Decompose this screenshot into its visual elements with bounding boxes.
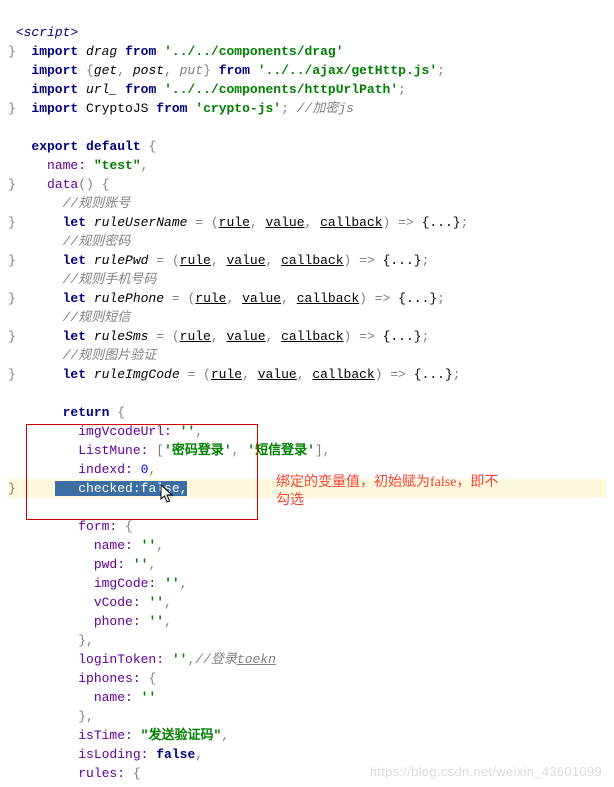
line: vCode: '', [8, 595, 172, 610]
line: }, [8, 633, 94, 648]
line: //规则密码 [8, 234, 130, 249]
line: //规则图片验证 [8, 348, 156, 363]
script-tag: <script> [16, 25, 78, 40]
line: ListMune: ['密码登录', '短信登录'], [8, 443, 330, 458]
line [8, 386, 16, 401]
line: //规则账号 [8, 196, 130, 211]
line: isLoding: false, [8, 747, 203, 762]
line: } let ruleUserName = (rule, value, callb… [8, 215, 468, 230]
line: import {get, post, put} from '../../ajax… [8, 63, 445, 78]
line: } import CryptoJS from 'crypto-js'; //加密… [8, 101, 354, 116]
selected-text: checked:false, [55, 481, 188, 496]
line: form: { [8, 519, 133, 534]
watermark: https://blog.csdn.net/weixin_43601099 [370, 762, 602, 781]
line: export default { [8, 139, 156, 154]
line: } let ruleImgCode = (rule, value, callba… [8, 367, 461, 382]
line: } let rulePhone = (rule, value, callback… [8, 291, 445, 306]
line: }, [8, 709, 94, 724]
line: } import drag from '../../components/dra… [8, 44, 344, 59]
line: } let rulePwd = (rule, value, callback) … [8, 253, 429, 268]
annotation-text: 绑定的变量值，初始赋为false，即不 勾选 [276, 474, 498, 510]
line: return { [8, 405, 125, 420]
line: <script> [8, 25, 78, 40]
line: iphones: { [8, 671, 156, 686]
line: indexd: 0, [8, 462, 156, 477]
line: //规则手机号码 [8, 272, 156, 287]
code-block: <script> } import drag from '../../compo… [0, 0, 614, 787]
line: phone: '', [8, 614, 172, 629]
line: name: '', [8, 538, 164, 553]
line: } let ruleSms = (rule, value, callback) … [8, 329, 429, 344]
line: pwd: '', [8, 557, 156, 572]
line: name: '' [8, 690, 156, 705]
line: rules: { [8, 766, 141, 781]
line: name: "test", [8, 158, 148, 173]
line: } data() { [8, 177, 109, 192]
line: isTime: "发送验证码", [8, 728, 229, 743]
line [8, 120, 16, 135]
line: import url_ from '../../components/httpU… [8, 82, 406, 97]
line: imgCode: '', [8, 576, 187, 591]
line: //规则短信 [8, 310, 130, 325]
line: imgVcodeUrl: '', [8, 424, 203, 439]
line: loginToken: '',//登录toekn [8, 652, 276, 667]
